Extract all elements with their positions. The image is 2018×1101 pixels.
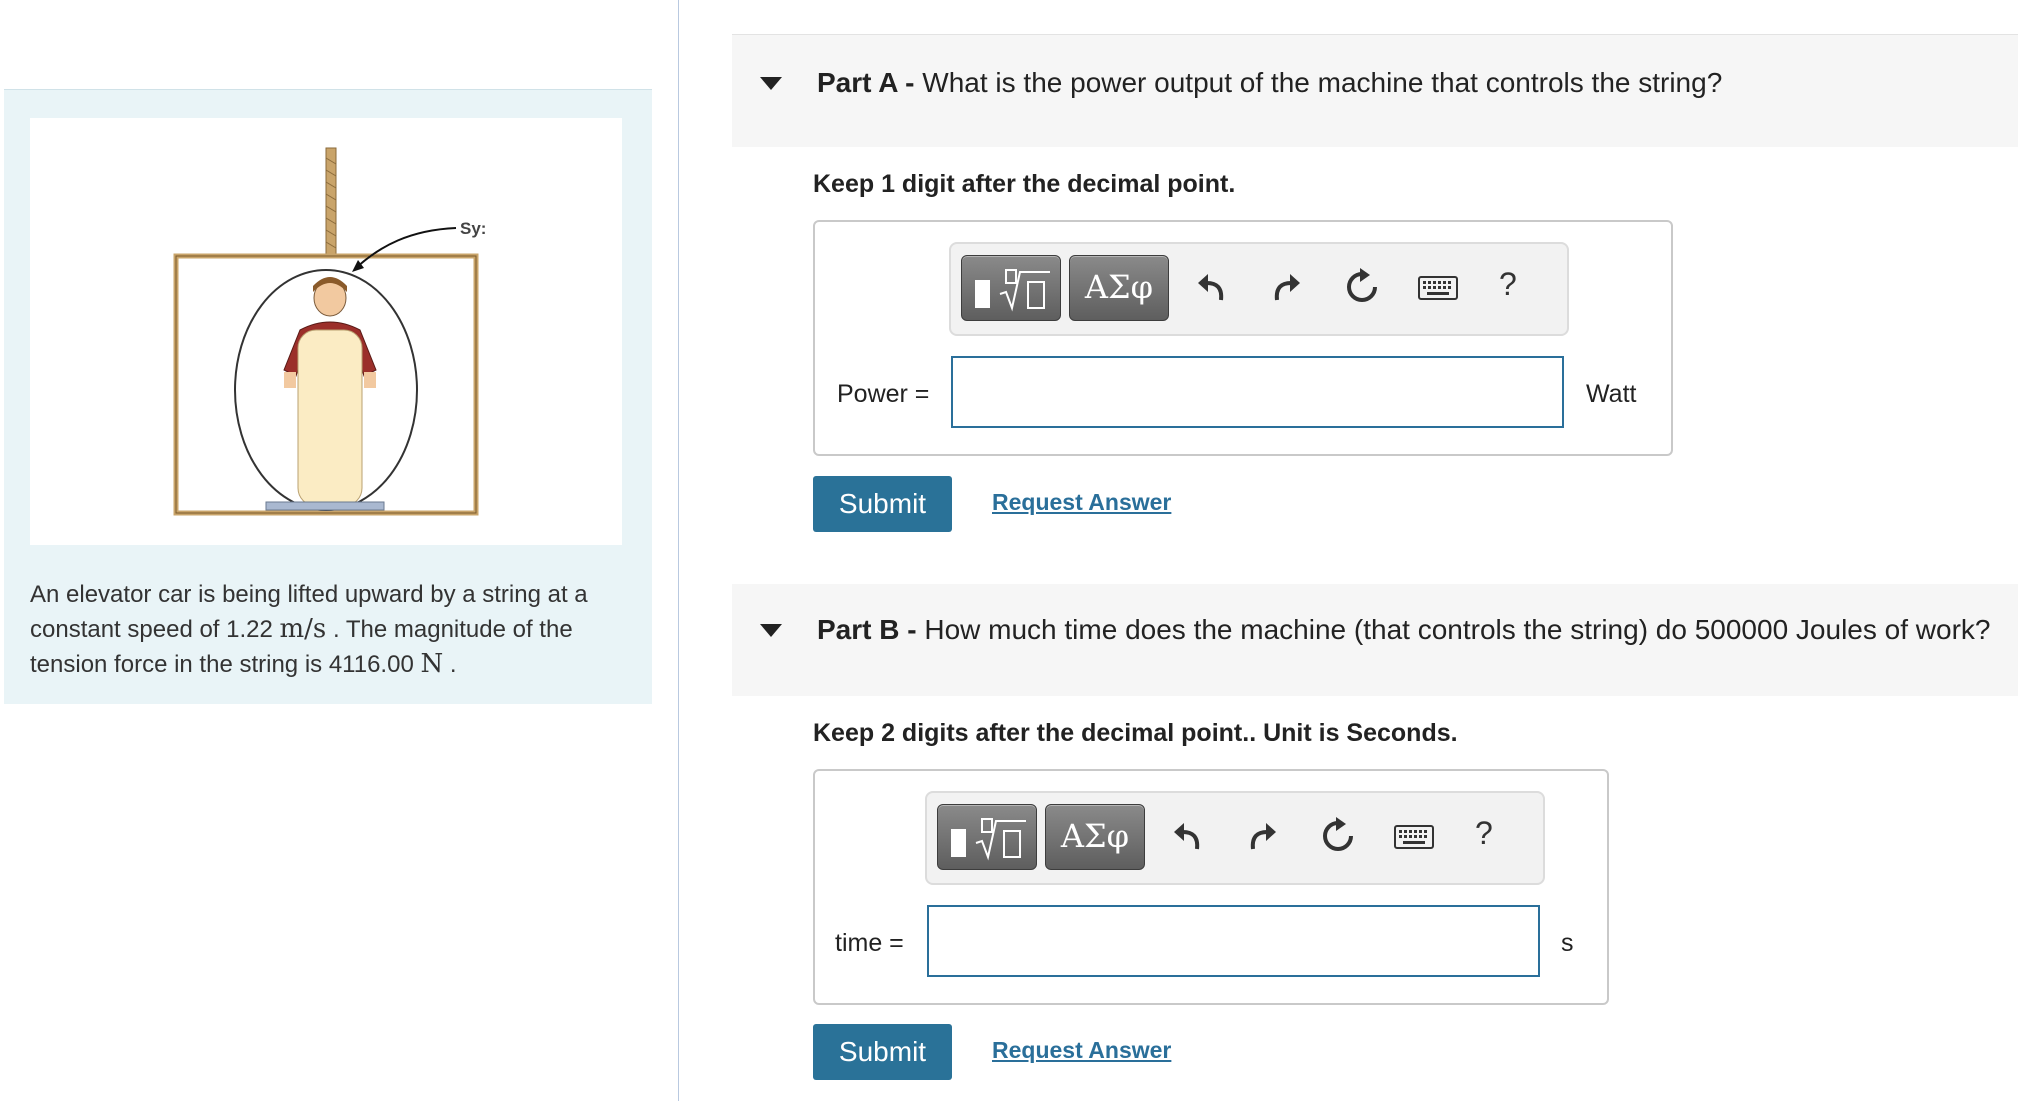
part-b-header[interactable]: Part B - How much time does the machine …	[732, 584, 2018, 696]
problem-panel: Sy: An elevator car is being lifted upwa…	[4, 89, 652, 704]
templates-button[interactable]	[937, 804, 1037, 870]
time-unit: s	[1561, 929, 1574, 957]
power-input[interactable]	[951, 356, 1564, 428]
part-b-request-answer-link[interactable]: Request Answer	[992, 1037, 1171, 1064]
problem-statement: An elevator car is being lifted upward b…	[30, 581, 588, 679]
part-b-submit-button[interactable]: Submit	[813, 1024, 952, 1080]
help-icon[interactable]: ?	[1499, 266, 1517, 303]
templates-button[interactable]	[961, 255, 1061, 321]
symbols-button[interactable]: ΑΣφ	[1045, 804, 1145, 870]
redo-icon[interactable]	[1245, 819, 1279, 853]
speed-unit: m/s	[279, 614, 327, 644]
part-a-submit-button[interactable]: Submit	[813, 476, 952, 532]
part-a-instruction: Keep 1 digit after the decimal point.	[813, 170, 1236, 198]
part-a-title: Part A - What is the power output of the…	[817, 67, 1723, 98]
keyboard-icon[interactable]	[1417, 274, 1459, 302]
keyboard-icon[interactable]	[1393, 823, 1435, 851]
part-a-request-answer-link[interactable]: Request Answer	[992, 489, 1171, 516]
power-unit: Watt	[1586, 380, 1637, 408]
math-toolbar: ΑΣφ ?	[949, 242, 1569, 336]
help-icon[interactable]: ?	[1475, 815, 1493, 852]
part-a-header[interactable]: Part A - What is the power output of the…	[732, 34, 2018, 147]
part-b-instruction: Keep 2 digits after the decimal point.. …	[813, 719, 1458, 747]
redo-icon[interactable]	[1269, 270, 1303, 304]
part-b-title: Part B - How much time does the machine …	[817, 614, 1991, 645]
undo-icon[interactable]	[1195, 270, 1229, 304]
system-label: Sy:	[460, 219, 486, 238]
time-input[interactable]	[927, 905, 1540, 977]
elevator-figure: Sy:	[30, 118, 622, 545]
part-b-answer-box: ΑΣφ ? time = s	[813, 769, 1609, 1005]
reset-icon[interactable]	[1319, 817, 1357, 855]
power-label: Power =	[837, 380, 930, 408]
time-label: time =	[835, 929, 904, 957]
part-a-answer-box: ΑΣφ ? Power = Watt	[813, 220, 1673, 456]
collapse-caret-icon[interactable]	[760, 624, 782, 637]
collapse-caret-icon[interactable]	[760, 77, 782, 90]
math-toolbar: ΑΣφ ?	[925, 791, 1545, 885]
column-divider	[678, 0, 679, 1101]
reset-icon[interactable]	[1343, 268, 1381, 306]
undo-icon[interactable]	[1171, 819, 1205, 853]
force-unit: N	[420, 649, 444, 679]
symbols-button[interactable]: ΑΣφ	[1069, 255, 1169, 321]
